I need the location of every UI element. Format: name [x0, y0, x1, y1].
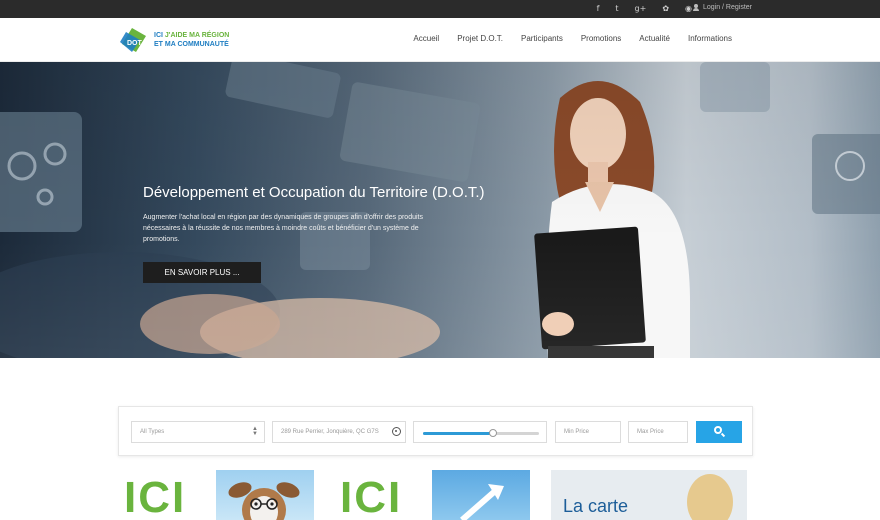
user-icon — [692, 4, 699, 11]
logo-badge-text: DOT — [127, 40, 143, 47]
flickr-icon[interactable]: ✿ — [662, 3, 669, 15]
promo-card-2[interactable]: ICI — [334, 470, 530, 520]
growth-arrow-illustration — [460, 484, 504, 520]
site-header: DOT ICI J'AIDE MA RÉGION ET MA COMMUNAUT… — [0, 18, 880, 62]
main-nav: Accueil Projet D.O.T. Participants Promo… — [413, 34, 732, 43]
card-3-woman-image — [687, 474, 733, 520]
property-filter-bar: All Types ▲ ▼ 289 Rue Perrier, Jonquière,… — [118, 406, 753, 456]
card-3-title: La carte — [563, 496, 629, 516]
social-links: f t g+ ✿ ◉ — [597, 3, 692, 15]
address-input-value: 289 Rue Perrier, Jonquière, QC G7S — [281, 429, 379, 435]
en-savoir-plus-button[interactable]: EN SAVOIR PLUS ... — [143, 262, 261, 283]
nav-item-promotions[interactable]: Promotions — [581, 34, 621, 43]
promo-card-1[interactable]: ICI — [118, 470, 314, 520]
max-price-input[interactable]: Max Price — [628, 421, 688, 443]
nav-item-accueil[interactable]: Accueil — [413, 34, 439, 43]
min-price-input[interactable]: Min Price — [555, 421, 621, 443]
max-price-placeholder: Max Price — [637, 429, 664, 435]
distance-slider[interactable] — [413, 421, 547, 443]
login-register-link[interactable]: Login / Register — [692, 4, 752, 11]
card-1-ici-text: ICI — [124, 473, 187, 520]
hero-overlay — [0, 62, 880, 358]
login-register-label: Login / Register — [702, 4, 752, 11]
logo-text: ICI J'AIDE MA RÉGION ET MA COMMUNAUTÉ — [154, 31, 229, 49]
type-select[interactable]: All Types ▲ ▼ — [131, 421, 265, 443]
min-price-placeholder: Min Price — [564, 429, 590, 435]
logo-line1-prefix: ICI — [154, 32, 163, 39]
address-input[interactable]: 289 Rue Perrier, Jonquière, QC G7S — [272, 421, 406, 443]
search-button[interactable] — [696, 421, 742, 443]
rss-icon[interactable]: ◉ — [685, 3, 692, 15]
slider-handle[interactable] — [488, 429, 497, 437]
google-plus-icon[interactable]: g+ — [635, 3, 647, 15]
hero-description: Augmenter l'achat local en région par de… — [143, 214, 423, 243]
nav-item-projet[interactable]: Projet D.O.T. — [457, 34, 503, 43]
promo-card-3[interactable]: La carte — [551, 470, 747, 520]
nav-item-actualite[interactable]: Actualité — [639, 34, 670, 43]
slider-fill — [423, 432, 493, 435]
search-icon — [714, 426, 722, 434]
slider-track — [423, 429, 539, 437]
logo-line2: ET MA COMMUNAUTÉ — [154, 41, 229, 48]
top-bar: f t g+ ✿ ◉ Login / Register — [0, 0, 880, 18]
nav-item-informations[interactable]: Informations — [688, 34, 732, 43]
nav-item-participants[interactable]: Participants — [521, 34, 563, 43]
twitter-icon[interactable]: t — [615, 3, 618, 15]
locate-me-icon[interactable] — [392, 427, 401, 436]
logo-mark-icon: DOT — [120, 28, 146, 52]
hero-banner: Développement et Occupation du Territoir… — [0, 62, 880, 358]
site-logo[interactable]: DOT ICI J'AIDE MA RÉGION ET MA COMMUNAUT… — [118, 26, 229, 54]
card-2-arrow-image — [432, 470, 530, 520]
select-arrows-icon: ▲ ▼ — [252, 426, 258, 437]
dog-illustration — [228, 482, 300, 520]
logo-line1-suffix: J'AIDE MA RÉGION — [164, 32, 230, 39]
card-2-ici-text: ICI — [340, 473, 403, 520]
card-1-dog-image — [216, 470, 314, 520]
facebook-icon[interactable]: f — [597, 3, 600, 15]
type-select-value: All Types — [140, 429, 165, 435]
page: f t g+ ✿ ◉ Login / Register DOT ICI J'AI… — [0, 0, 880, 520]
hero-title: Développement et Occupation du Territoir… — [143, 184, 485, 201]
